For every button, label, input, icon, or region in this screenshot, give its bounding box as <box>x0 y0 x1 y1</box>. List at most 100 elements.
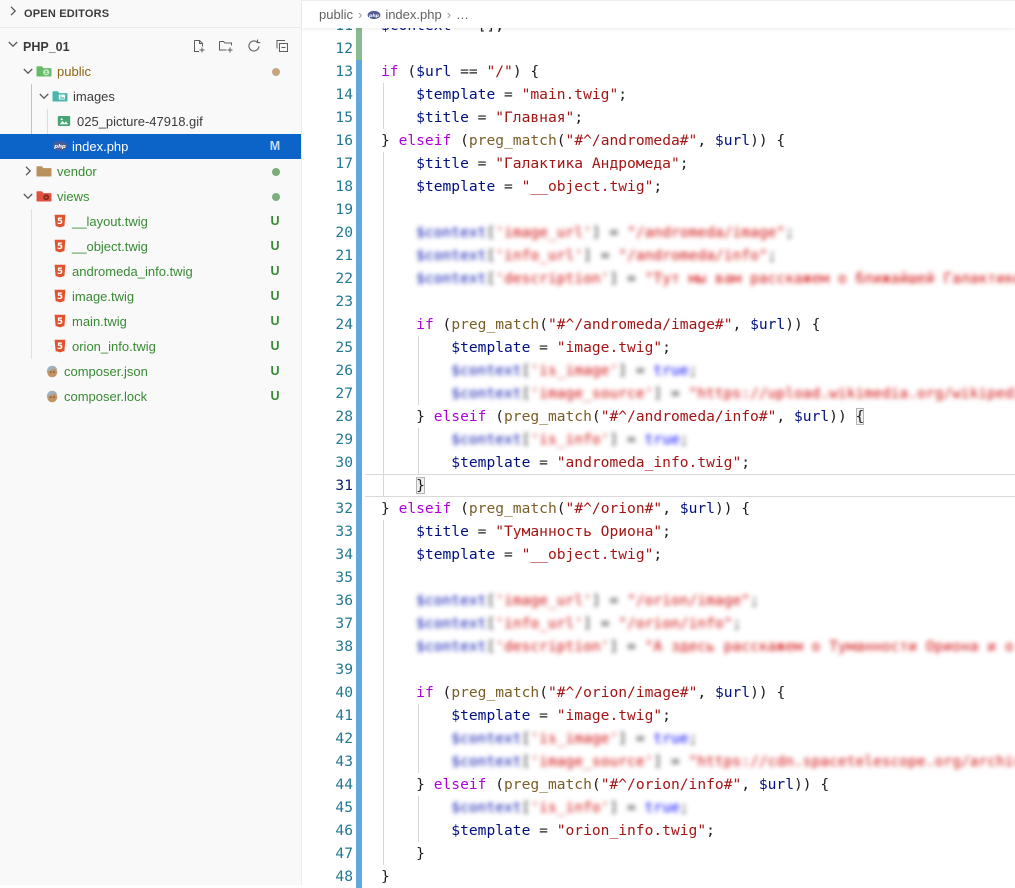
tree-row-image-twig[interactable]: 5image.twigU <box>0 284 301 309</box>
tree-row-main-twig[interactable]: 5 main.twig U <box>0 309 301 334</box>
line-number: 32 <box>302 497 353 520</box>
folder-vendor-icon <box>36 163 52 179</box>
code-line-46[interactable]: 46 $template = "orion_info.twig"; <box>302 819 1015 842</box>
chevron-right-icon[interactable] <box>20 163 36 179</box>
code-line-37[interactable]: 37 $context['info_url'] = "/orion/info"; <box>302 612 1015 635</box>
line-number: 16 <box>302 129 353 152</box>
chevron-down-icon[interactable] <box>20 63 36 79</box>
git-gutter-indicator <box>356 773 362 796</box>
tree-row--layout-twig[interactable]: 5__layout.twigU <box>0 209 301 234</box>
refresh-icon[interactable] <box>246 38 262 54</box>
php-icon: php <box>367 8 381 22</box>
code-line-21[interactable]: 21 $context['info_url'] = "/andromeda/in… <box>302 244 1015 267</box>
breadcrumb-item-index-php[interactable]: phpindex.php <box>367 7 441 22</box>
code-line-22[interactable]: 22 $context['description'] = "Тут мы вам… <box>302 267 1015 290</box>
code-line-17[interactable]: 17 $title = "Галактика Андромеда"; <box>302 152 1015 175</box>
new-folder-icon[interactable] <box>218 38 234 54</box>
code-line-27[interactable]: 27 $context['image_source'] = "https://u… <box>302 382 1015 405</box>
code-text <box>381 37 1015 60</box>
code-line-19[interactable]: 19 <box>302 198 1015 221</box>
line-number: 18 <box>302 175 353 198</box>
code-line-39[interactable]: 39 <box>302 658 1015 681</box>
code-text: $context['image_source'] = "https://uplo… <box>381 382 1015 405</box>
code-text: $template = "main.twig"; <box>381 83 1015 106</box>
code-line-13[interactable]: 13if ($url == "/") { <box>302 60 1015 83</box>
code-line-31[interactable]: 31 } <box>302 474 1015 497</box>
tree-row-vendor[interactable]: vendor <box>0 159 301 184</box>
code-viewport[interactable]: 11$context = [];1213if ($url == "/") {14… <box>302 14 1015 888</box>
svg-text:5: 5 <box>57 317 63 327</box>
git-status-badge: U <box>265 309 285 334</box>
git-gutter-indicator <box>356 681 362 704</box>
line-number: 25 <box>302 336 353 359</box>
tree-row-index-php[interactable]: phpindex.phpM <box>0 134 301 159</box>
tree-row--object-twig[interactable]: 5__object.twigU <box>0 234 301 259</box>
line-number: 12 <box>302 37 353 60</box>
code-line-38[interactable]: 38 $context['description'] = "А здесь ра… <box>302 635 1015 658</box>
code-line-40[interactable]: 40 if (preg_match("#^/orion/image#", $ur… <box>302 681 1015 704</box>
git-gutter-indicator <box>356 727 362 750</box>
code-line-23[interactable]: 23 <box>302 290 1015 313</box>
git-gutter-indicator <box>356 152 362 175</box>
file-label: main.twig <box>72 309 127 334</box>
code-line-29[interactable]: 29 $context['is_info'] = true; <box>302 428 1015 451</box>
code-line-43[interactable]: 43 $context['image_source'] = "https://c… <box>302 750 1015 773</box>
open-editors-header[interactable]: OPEN EDITORS <box>0 0 301 28</box>
collapse-all-icon[interactable] <box>274 38 290 54</box>
code-line-45[interactable]: 45 $context['is_info'] = true; <box>302 796 1015 819</box>
file-label: 025_picture-47918.gif <box>77 109 203 134</box>
git-gutter-indicator <box>356 796 362 819</box>
file-label: public <box>57 59 91 84</box>
tree-row-public[interactable]: public <box>0 59 301 84</box>
file-label: __layout.twig <box>72 209 148 234</box>
code-line-47[interactable]: 47 } <box>302 842 1015 865</box>
code-line-42[interactable]: 42 $context['is_image'] = true; <box>302 727 1015 750</box>
twig-icon: 5 <box>52 263 68 279</box>
code-line-14[interactable]: 14 $template = "main.twig"; <box>302 83 1015 106</box>
code-text: $title = "Главная"; <box>381 106 1015 129</box>
code-line-33[interactable]: 33 $title = "Туманность Ориона"; <box>302 520 1015 543</box>
line-number: 24 <box>302 313 353 336</box>
git-status-badge: U <box>265 259 285 284</box>
code-line-18[interactable]: 18 $template = "__object.twig"; <box>302 175 1015 198</box>
twig-icon: 5 <box>52 288 68 304</box>
project-root-header[interactable]: PHP_01 <box>0 34 301 59</box>
code-line-34[interactable]: 34 $template = "__object.twig"; <box>302 543 1015 566</box>
chevron-down-icon[interactable] <box>36 88 52 104</box>
svg-text:php: php <box>53 144 66 150</box>
code-line-15[interactable]: 15 $title = "Главная"; <box>302 106 1015 129</box>
code-line-41[interactable]: 41 $template = "image.twig"; <box>302 704 1015 727</box>
code-line-28[interactable]: 28 } elseif (preg_match("#^/andromeda/in… <box>302 405 1015 428</box>
code-line-20[interactable]: 20 $context['image_url'] = "/andromeda/i… <box>302 221 1015 244</box>
tree-row-orion-info-twig[interactable]: 5orion_info.twigU <box>0 334 301 359</box>
code-text: } elseif (preg_match("#^/orion/info#", $… <box>381 773 1015 796</box>
chevron-down-icon[interactable] <box>20 188 36 204</box>
tree-row-views[interactable]: views <box>0 184 301 209</box>
tree-row-composer-json[interactable]: composer.jsonU <box>0 359 301 384</box>
code-line-25[interactable]: 25 $template = "image.twig"; <box>302 336 1015 359</box>
code-line-32[interactable]: 32} elseif (preg_match("#^/orion#", $url… <box>302 497 1015 520</box>
tree-row-andromeda-info-twig[interactable]: 5andromeda_info.twigU <box>0 259 301 284</box>
git-status-badge: U <box>265 234 285 259</box>
code-line-26[interactable]: 26 $context['is_image'] = true; <box>302 359 1015 382</box>
new-file-icon[interactable] <box>190 38 206 54</box>
code-line-35[interactable]: 35 <box>302 566 1015 589</box>
tree-row-composer-lock[interactable]: composer.lockU <box>0 384 301 409</box>
code-line-24[interactable]: 24 if (preg_match("#^/andromeda/image#",… <box>302 313 1015 336</box>
breadcrumb-item--[interactable]: … <box>456 7 469 22</box>
tree-row-025-picture-47918-gif[interactable]: 025_picture-47918.gif <box>0 109 301 134</box>
code-text: if ($url == "/") { <box>381 60 1015 83</box>
code-text: $template = "image.twig"; <box>381 704 1015 727</box>
tree-row-images[interactable]: images <box>0 84 301 109</box>
code-line-30[interactable]: 30 $template = "andromeda_info.twig"; <box>302 451 1015 474</box>
code-line-36[interactable]: 36 $context['image_url'] = "/orion/image… <box>302 589 1015 612</box>
code-line-16[interactable]: 16} elseif (preg_match("#^/andromeda#", … <box>302 129 1015 152</box>
breadcrumb-item-public[interactable]: public <box>319 7 353 22</box>
line-number: 47 <box>302 842 353 865</box>
code-line-12[interactable]: 12 <box>302 37 1015 60</box>
code-line-44[interactable]: 44 } elseif (preg_match("#^/orion/info#"… <box>302 773 1015 796</box>
file-tree: publicimages025_picture-47918.gifphpinde… <box>0 59 301 409</box>
git-gutter-indicator <box>356 658 362 681</box>
folder-views-icon <box>36 188 52 204</box>
svg-text:php: php <box>368 12 380 18</box>
